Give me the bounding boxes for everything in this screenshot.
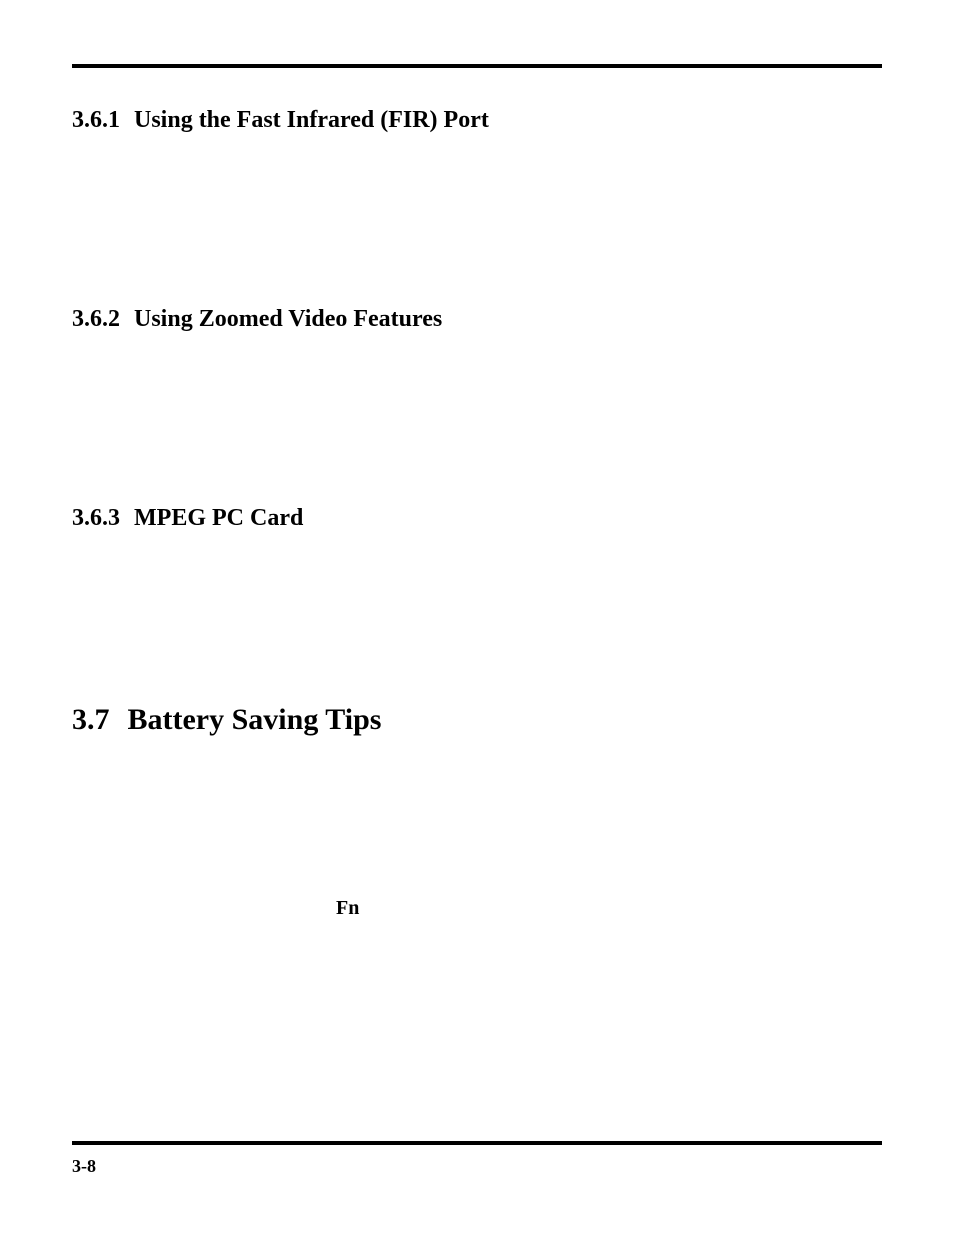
page: 3.6.1 Using the Fast Infrared (FIR) Port… xyxy=(0,0,954,1235)
bottom-rule xyxy=(72,1141,882,1145)
heading-number: 3.6.2 xyxy=(72,305,120,334)
section-362: 3.6.2 Using Zoomed Video Features xyxy=(72,305,882,334)
heading-title: Using Zoomed Video Features xyxy=(134,305,882,334)
heading-number: 3.7 xyxy=(72,702,110,738)
heading-title: Using the Fast Infrared (FIR) Port xyxy=(134,106,882,135)
heading-number: 3.6.3 xyxy=(72,504,120,533)
page-number: 3-8 xyxy=(72,1156,96,1177)
heading-361: 3.6.1 Using the Fast Infrared (FIR) Port xyxy=(72,106,882,135)
heading-title: Battery Saving Tips xyxy=(128,702,883,738)
heading-362: 3.6.2 Using Zoomed Video Features xyxy=(72,305,882,334)
top-rule xyxy=(72,64,882,68)
heading-number: 3.6.1 xyxy=(72,106,120,135)
section-37: 3.7 Battery Saving Tips xyxy=(72,702,882,738)
section-361: 3.6.1 Using the Fast Infrared (FIR) Port xyxy=(72,106,882,135)
heading-363: 3.6.3 MPEG PC Card xyxy=(72,504,882,533)
fn-key-label: Fn xyxy=(336,897,359,920)
heading-title: MPEG PC Card xyxy=(134,504,882,533)
heading-37: 3.7 Battery Saving Tips xyxy=(72,702,882,738)
section-363: 3.6.3 MPEG PC Card xyxy=(72,504,882,533)
